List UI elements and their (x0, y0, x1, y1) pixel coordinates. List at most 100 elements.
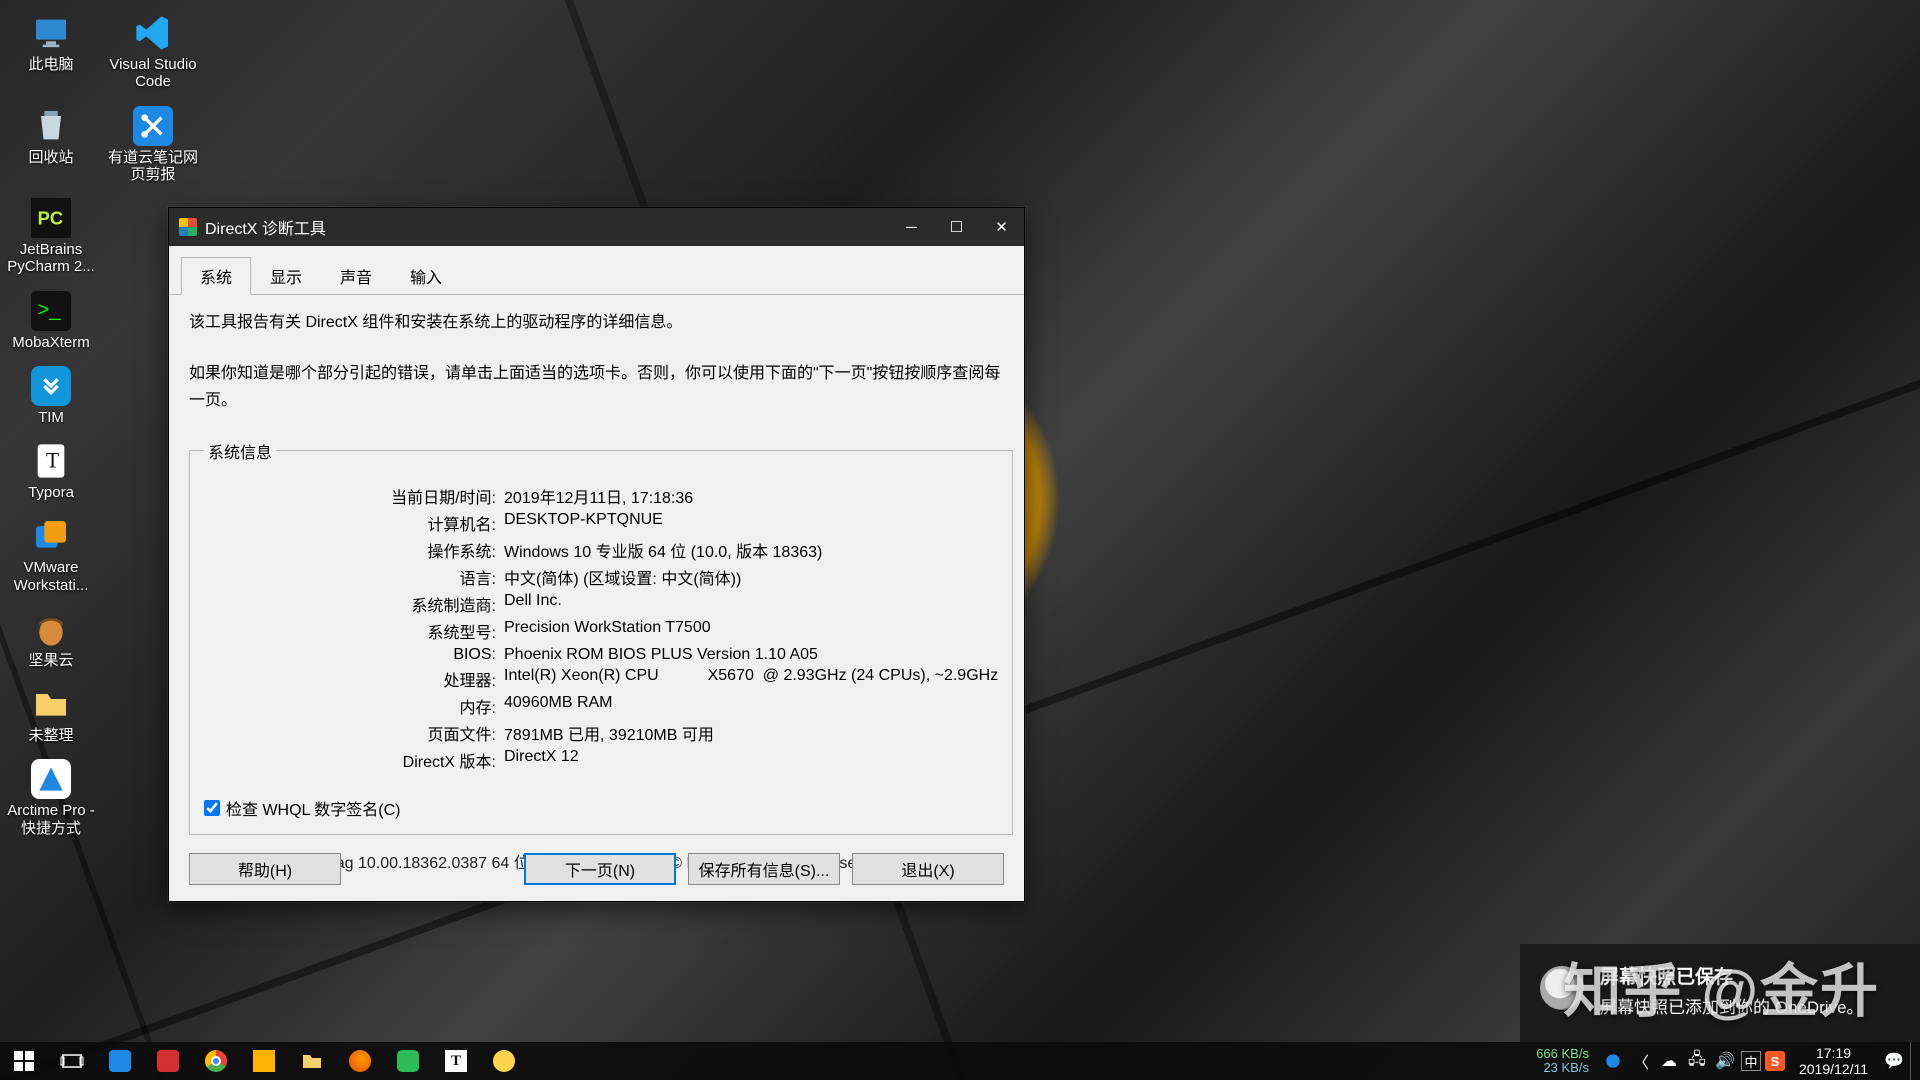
desktop-icon-label: 未整理 (28, 727, 73, 744)
desktop-icon-label: Arctime Pro - 快捷方式 (4, 802, 98, 837)
value-language: 中文(简体) (区域设置: 中文(简体)) (504, 565, 998, 589)
close-button[interactable]: ✕ (979, 208, 1024, 246)
desktop-icon-arctime[interactable]: Arctime Pro - 快捷方式 (2, 754, 100, 843)
clock-time: 17:19 (1799, 1045, 1868, 1061)
svg-text:PC: PC (38, 208, 63, 229)
tab-system[interactable]: 系统 (181, 257, 251, 295)
tray-bluetooth-icon[interactable] (1601, 1042, 1625, 1080)
toast-body: 屏幕快照已添加到你的 OneDrive。 (1600, 993, 1900, 1018)
tab-sound[interactable]: 声音 (321, 257, 391, 295)
dxdiag-window: DirectX 诊断工具 ─ ☐ ✕ 系统 显示 声音 输入 该工具报告有关 D… (168, 207, 1025, 902)
desktop-icon-recycle-bin[interactable]: 回收站 (2, 101, 100, 190)
tab-strip: 系统 显示 声音 输入 (169, 246, 1024, 295)
net-download: 23 KB/s (1536, 1061, 1589, 1075)
folder-icon (27, 683, 75, 725)
label-language: 语言: (204, 565, 504, 589)
window-title: DirectX 诊断工具 (205, 215, 889, 239)
svg-text:>_: >_ (38, 299, 62, 321)
tab-display[interactable]: 显示 (251, 257, 321, 295)
arctime-icon (27, 758, 75, 800)
value-os: Windows 10 专业版 64 位 (10.0, 版本 18363) (504, 538, 998, 562)
system-info-group: 系统信息 当前日期/时间:2019年12月11日, 17:18:36 计算机名:… (189, 439, 1013, 835)
vmware-icon (27, 515, 75, 557)
tray-onedrive-icon[interactable]: ☁ (1657, 1042, 1681, 1080)
help-button[interactable]: 帮助(H) (189, 853, 341, 885)
window-titlebar[interactable]: DirectX 诊断工具 ─ ☐ ✕ (169, 208, 1024, 246)
maximize-button[interactable]: ☐ (934, 208, 979, 246)
label-computer: 计算机名: (204, 511, 504, 535)
exit-button[interactable]: 退出(X) (852, 853, 1004, 885)
recycle-bin-icon (27, 105, 75, 147)
tim-icon (27, 365, 75, 407)
value-cpu: Intel(R) Xeon(R) CPU X5670 @ 2.93GHz (24… (504, 667, 998, 691)
taskbar-app-wechat[interactable] (384, 1042, 432, 1080)
desktop-icon-this-pc[interactable]: 此电脑 (2, 8, 100, 97)
action-center-icon[interactable]: 💬 (1882, 1042, 1906, 1080)
label-ram: 内存: (204, 694, 504, 718)
taskview-button[interactable] (48, 1042, 96, 1080)
desktop-icon-unsorted-folder[interactable]: 未整理 (2, 679, 100, 750)
tray-network-icon[interactable]: 🖧 (1685, 1042, 1709, 1080)
tab-input[interactable]: 输入 (391, 257, 461, 295)
label-datetime: 当前日期/时间: (204, 484, 504, 508)
save-all-button[interactable]: 保存所有信息(S)... (688, 853, 840, 885)
desktop-icon-label: TIM (38, 409, 64, 426)
desktop-icon-mobaxterm[interactable]: >_ MobaXterm (2, 286, 100, 357)
taskbar-app-netease[interactable] (144, 1042, 192, 1080)
desktop-icon-jianguoyun[interactable]: 坚果云 (2, 604, 100, 675)
taskbar-app-explorer[interactable] (288, 1042, 336, 1080)
label-manufacturer: 系统制造商: (204, 592, 504, 616)
desktop-icon-vmware[interactable]: VMware Workstati... (2, 511, 100, 600)
desktop-icon-label: 有道云笔记网页剪报 (106, 149, 200, 184)
tray-volume-icon[interactable]: 🔊 (1713, 1042, 1737, 1080)
label-os: 操作系统: (204, 538, 504, 562)
taskbar-app-1[interactable] (96, 1042, 144, 1080)
taskbar-app-mobaxterm[interactable] (480, 1042, 528, 1080)
network-speed[interactable]: 666 KB/s 23 KB/s (1528, 1047, 1597, 1074)
dxdiag-icon (179, 218, 197, 236)
tray-sogou-icon[interactable]: S (1765, 1051, 1785, 1071)
taskbar-app-typora[interactable]: T (432, 1042, 480, 1080)
dialog-buttons: 帮助(H) 下一页(N) 保存所有信息(S)... 退出(X) (169, 853, 1024, 885)
vscode-icon (129, 12, 177, 54)
desktop-icon-tim[interactable]: TIM (2, 361, 100, 432)
value-pagefile: 7891MB 已用, 39210MB 可用 (504, 721, 998, 745)
system-info-legend: 系统信息 (204, 439, 276, 463)
notification-toast[interactable]: 屏幕快照已保存 屏幕快照已添加到你的 OneDrive。 (1520, 944, 1920, 1044)
desktop-icon-youdao[interactable]: 有道云笔记网页剪报 (104, 101, 202, 190)
value-datetime: 2019年12月11日, 17:18:36 (504, 484, 998, 508)
tray-ime-indicator[interactable]: 中 (1741, 1051, 1761, 1071)
next-page-button[interactable]: 下一页(N) (524, 853, 676, 885)
intro-text-2: 如果你知道是哪个部分引起的错误，请单击上面适当的选项卡。否则，你可以使用下面的"… (189, 360, 1004, 414)
start-button[interactable] (0, 1042, 48, 1080)
desktop-icon-label: JetBrains PyCharm 2... (4, 241, 98, 276)
clock-date: 2019/12/11 (1799, 1061, 1868, 1077)
tray-chevron-up-icon[interactable]: 〈 (1629, 1042, 1653, 1080)
label-pagefile: 页面文件: (204, 721, 504, 745)
taskbar-app-4[interactable] (240, 1042, 288, 1080)
desktop-icon-typora[interactable]: T Typora (2, 436, 100, 507)
minimize-button[interactable]: ─ (889, 208, 934, 246)
desktop-icon-label: 坚果云 (28, 652, 73, 669)
label-model: 系统型号: (204, 619, 504, 643)
taskbar: T 666 KB/s 23 KB/s 〈 ☁ 🖧 🔊 中 S 17:19 201… (0, 1042, 1920, 1080)
value-dxversion: DirectX 12 (504, 748, 998, 772)
desktop-icon-label: 回收站 (28, 149, 73, 166)
desktop-icon-pycharm[interactable]: PC JetBrains PyCharm 2... (2, 193, 100, 282)
desktop-icon-label: Typora (28, 484, 74, 501)
desktop-icon-label: 此电脑 (28, 56, 73, 73)
taskbar-app-chrome[interactable] (192, 1042, 240, 1080)
desktop-icon-label: MobaXterm (12, 334, 90, 351)
whql-checkbox-label[interactable]: 检查 WHQL 数字签名(C) (204, 796, 998, 820)
whql-checkbox[interactable] (204, 800, 220, 816)
label-cpu: 处理器: (204, 667, 504, 691)
acorn-icon (27, 608, 75, 650)
tab-content: 该工具报告有关 DirectX 组件和安装在系统上的驱动程序的详细信息。 如果你… (169, 295, 1024, 883)
value-bios: Phoenix ROM BIOS PLUS Version 1.10 A05 (504, 646, 998, 664)
taskbar-app-firefox[interactable] (336, 1042, 384, 1080)
taskbar-clock[interactable]: 17:19 2019/12/11 (1789, 1045, 1878, 1077)
pycharm-icon: PC (27, 197, 75, 239)
desktop-icon-vscode[interactable]: Visual Studio Code (104, 8, 202, 97)
net-upload: 666 KB/s (1536, 1047, 1589, 1061)
show-desktop-button[interactable] (1910, 1042, 1918, 1080)
